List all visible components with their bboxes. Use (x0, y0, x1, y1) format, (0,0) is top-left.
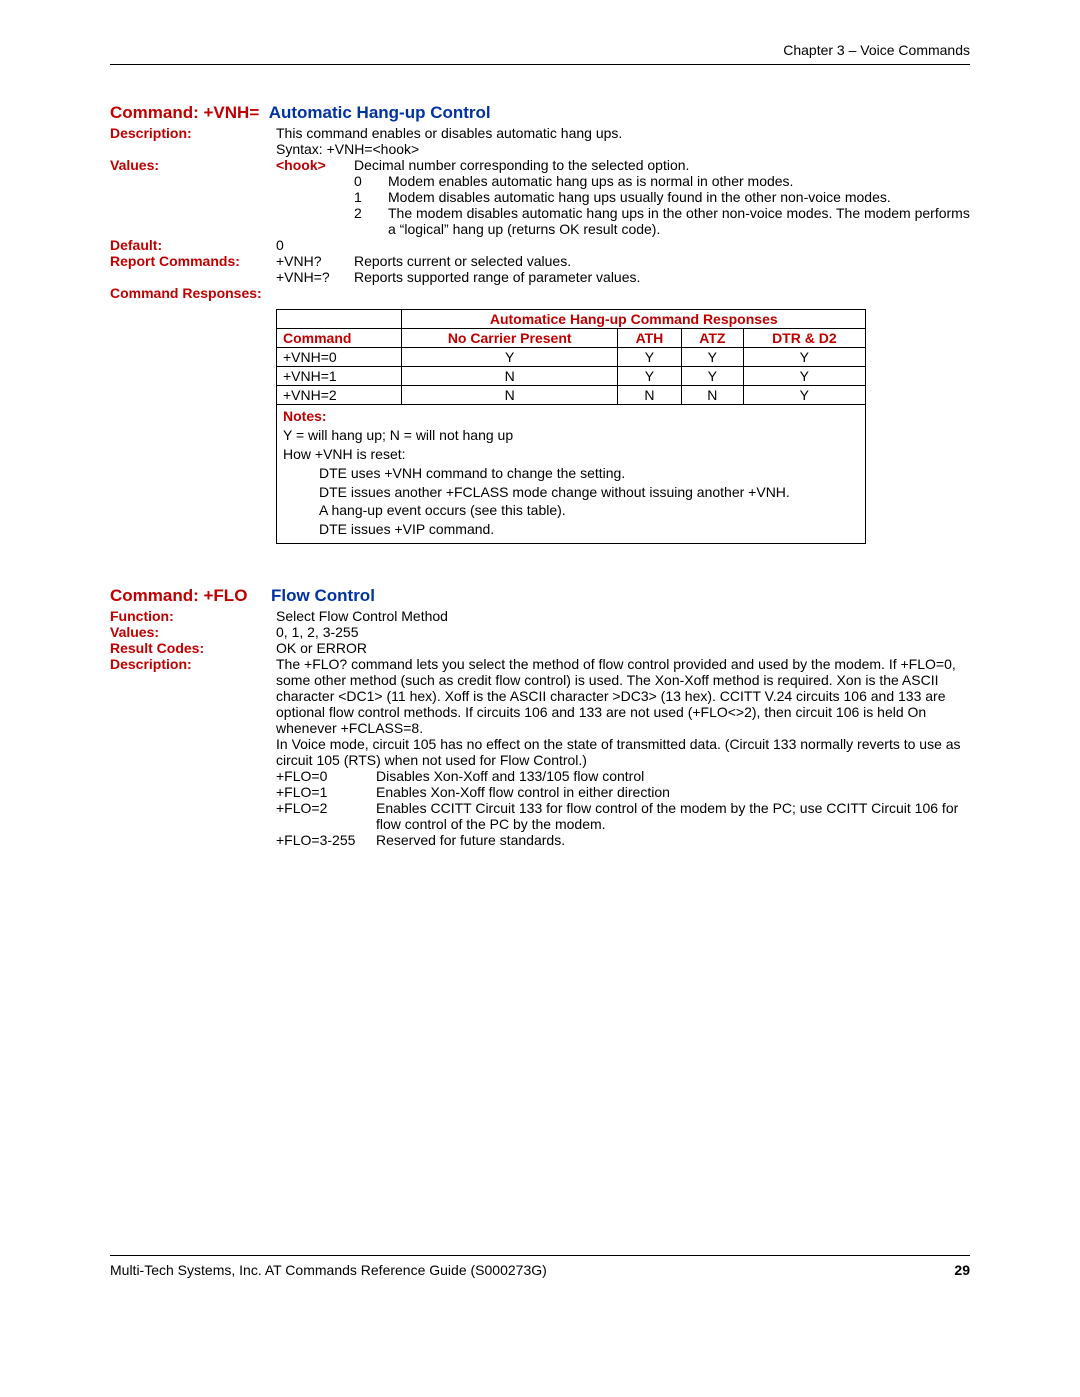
vnh-default-val: 0 (276, 237, 970, 253)
vnh-opt1-n: 1 (354, 189, 388, 205)
table-row: N (402, 367, 617, 386)
header-rule (110, 64, 970, 65)
flo-opt1-t: Enables Xon-Xoff flow control in either … (376, 784, 970, 800)
vnh-note-1: How +VNH is reset: (283, 446, 406, 462)
cmd-flo-title: Command: +FLO Flow Control (110, 586, 970, 606)
vnh-notes-cell: Notes: Y = will hang up; N = will not ha… (277, 405, 866, 544)
vnh-default-label: Default: (110, 237, 276, 253)
table-row: N (402, 386, 617, 405)
vnh-default-row: Default: 0 (110, 237, 970, 253)
table-row: Y (743, 367, 865, 386)
vnh-values-body: <hook> Decimal number corresponding to t… (276, 157, 970, 237)
vnh-hook-label: <hook> (276, 157, 326, 173)
vnh-note-0: Y = will hang up; N = will not hang up (283, 427, 513, 443)
vnh-notes-label: Notes: (283, 408, 327, 424)
flo-function-row: Function: Select Flow Control Method (110, 608, 970, 624)
flo-values-row: Values: 0, 1, 2, 3-255 (110, 624, 970, 640)
flo-values-val: 0, 1, 2, 3-255 (276, 624, 970, 640)
vnh-opt0-n: 0 (354, 173, 388, 189)
vnh-opt2-n: 2 (354, 205, 388, 221)
vnh-th-1: No Carrier Present (402, 329, 617, 348)
table-row: Y (743, 386, 865, 405)
flo-opt2-k: +FLO=2 (276, 800, 376, 816)
table-row: Y (617, 367, 681, 386)
flo-desc-p2: In Voice mode, circuit 105 has no effect… (276, 736, 970, 768)
vnh-rep0-k: +VNH? (276, 253, 354, 269)
vnh-report-row: Report Commands: +VNH? Reports current o… (110, 253, 970, 285)
flo-desc-row: Description: The +FLO? command lets you … (110, 656, 970, 848)
flo-opt3-k: +FLO=3-255 (276, 832, 376, 848)
flo-opt2-t: Enables CCITT Circuit 133 for flow contr… (376, 800, 970, 832)
footer-page: 29 (954, 1262, 970, 1278)
vnh-th-4: DTR & D2 (743, 329, 865, 348)
vnh-description-label: Description: (110, 125, 276, 141)
flo-opt3-t: Reserved for future standards. (376, 832, 970, 848)
vnh-opt1-t: Modem disables automatic hang ups usuall… (388, 189, 970, 205)
vnh-resp-row: Command Responses: (110, 285, 970, 301)
vnh-desc-line2: Syntax: +VNH=<hook> (276, 141, 970, 157)
vnh-response-table: Automatice Hang-up Command Responses Com… (276, 309, 866, 544)
vnh-th-3: ATZ (682, 329, 744, 348)
flo-opt0-k: +FLO=0 (276, 768, 376, 784)
vnh-rep1-k: +VNH=? (276, 269, 354, 285)
cmd-vnh-name: Automatic Hang-up Control (269, 103, 491, 122)
table-row: Y (743, 348, 865, 367)
vnh-note-5: DTE issues +VIP command. (283, 521, 494, 537)
table-row: N (617, 386, 681, 405)
flo-result-label: Result Codes: (110, 640, 276, 656)
vnh-note-4: A hang-up event occurs (see this table). (283, 502, 566, 518)
vnh-opt0-t: Modem enables automatic hang ups as is n… (388, 173, 970, 189)
vnh-description-body: This command enables or disables automat… (276, 125, 970, 157)
vnh-opt2-t: The modem disables automatic hang ups in… (388, 205, 970, 237)
vnh-desc-line1: This command enables or disables automat… (276, 125, 970, 141)
vnh-hook-desc: Decimal number corresponding to the sele… (354, 157, 970, 173)
flo-values-label: Values: (110, 624, 276, 640)
vnh-report-label: Report Commands: (110, 253, 276, 269)
vnh-values-label: Values: (110, 157, 276, 173)
table-row: Y (682, 367, 744, 386)
cmd-flo-cmd: Command: +FLO (110, 586, 247, 605)
vnh-note-2: DTE uses +VNH command to change the sett… (283, 465, 625, 481)
flo-opt1-k: +FLO=1 (276, 784, 376, 800)
flo-desc-p1: The +FLO? command lets you select the me… (276, 656, 970, 736)
flo-opt0-t: Disables Xon-Xoff and 133/105 flow contr… (376, 768, 970, 784)
vnh-description-row: Description: This command enables or dis… (110, 125, 970, 157)
vnh-table-caption: Automatice Hang-up Command Responses (402, 310, 866, 329)
cmd-vnh-cmd: Command: +VNH= (110, 103, 259, 122)
vnh-resp-label: Command Responses: (110, 285, 276, 301)
flo-function-label: Function: (110, 608, 276, 624)
page: Chapter 3 – Voice Commands Command: +VNH… (0, 0, 1080, 1310)
flo-result-val: OK or ERROR (276, 640, 970, 656)
vnh-rep1-t: Reports supported range of parameter val… (354, 269, 970, 285)
table-row: +VNH=0 (277, 348, 402, 367)
vnh-rep0-t: Reports current or selected values. (354, 253, 970, 269)
cmd-vnh-title: Command: +VNH= Automatic Hang-up Control (110, 103, 970, 123)
header-chapter: Chapter 3 – Voice Commands (110, 42, 970, 64)
flo-desc-body: The +FLO? command lets you select the me… (276, 656, 970, 848)
vnh-note-3: DTE issues another +FCLASS mode change w… (283, 484, 790, 500)
table-row: Y (402, 348, 617, 367)
vnh-values-row: Values: <hook> Decimal number correspond… (110, 157, 970, 237)
table-row: Y (617, 348, 681, 367)
cmd-flo-name: Flow Control (271, 586, 375, 605)
table-row: +VNH=1 (277, 367, 402, 386)
flo-desc-label: Description: (110, 656, 276, 672)
table-row: Y (682, 348, 744, 367)
flo-result-row: Result Codes: OK or ERROR (110, 640, 970, 656)
footer: Multi-Tech Systems, Inc. AT Commands Ref… (110, 1255, 970, 1278)
table-row: N (682, 386, 744, 405)
vnh-th-2: ATH (617, 329, 681, 348)
table-row: +VNH=2 (277, 386, 402, 405)
vnh-report-body: +VNH? Reports current or selected values… (276, 253, 970, 285)
vnh-th-0: Command (277, 329, 402, 348)
footer-text: Multi-Tech Systems, Inc. AT Commands Ref… (110, 1262, 547, 1278)
flo-function-val: Select Flow Control Method (276, 608, 970, 624)
